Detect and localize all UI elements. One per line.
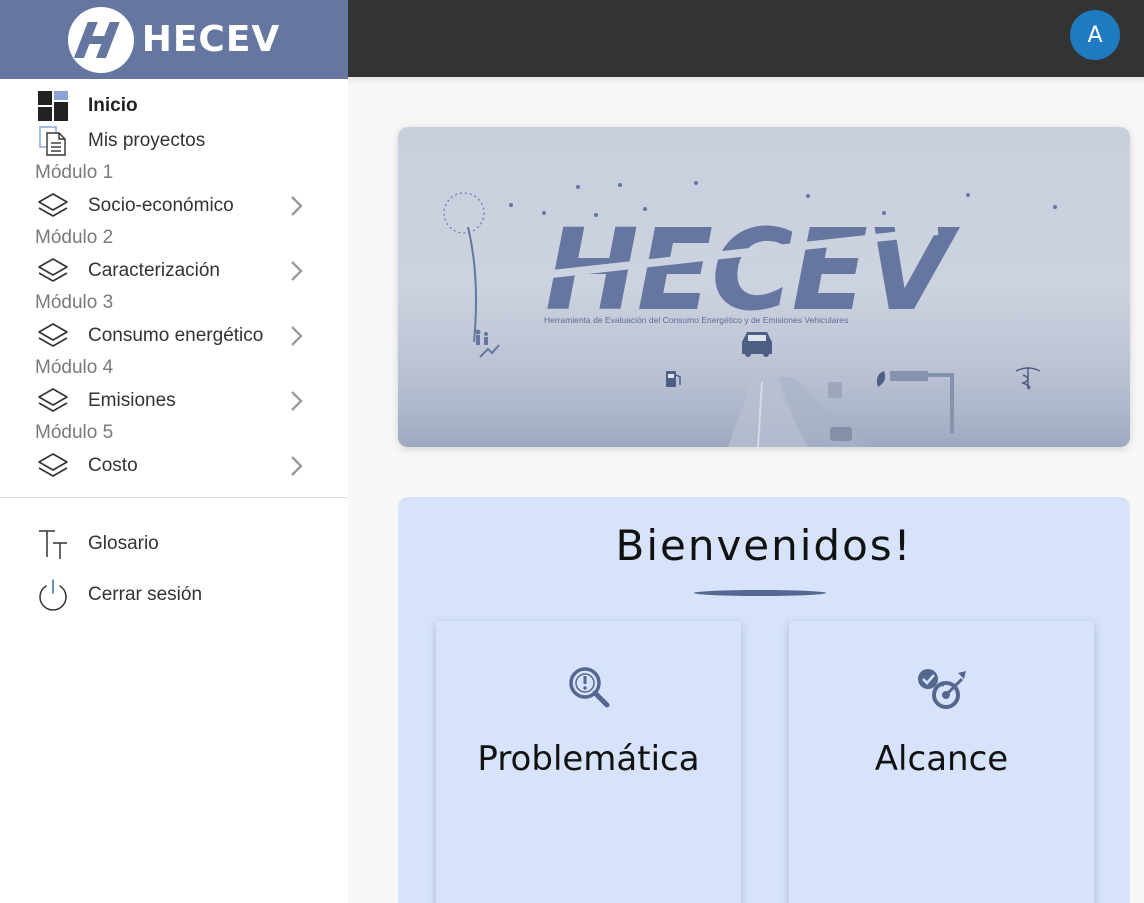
brand-header[interactable]: HECEV — [0, 0, 348, 79]
chevron-right-icon[interactable] — [287, 454, 305, 478]
sidebar: HECEV Inicio Mis proyectos Módulo 1 Soci… — [0, 0, 348, 903]
magnifier-alert-icon — [561, 663, 617, 713]
module-heading: Módulo 5 — [35, 422, 114, 443]
module-heading: Módulo 2 — [35, 227, 114, 248]
title-underline — [694, 590, 826, 596]
sidebar-item-inicio[interactable]: Inicio — [0, 88, 348, 123]
sidebar-item-label: Inicio — [88, 94, 138, 116]
module-heading: Módulo 4 — [35, 357, 114, 378]
sidebar-item-caracterizacion[interactable]: Caracterización — [0, 253, 348, 288]
dashboard-icon — [36, 89, 70, 123]
sidebar-item-emisiones[interactable]: Emisiones — [0, 383, 348, 418]
sidebar-item-label: Caracterización — [88, 259, 220, 281]
brand-name: HECEV — [141, 19, 281, 60]
chevron-right-icon[interactable] — [287, 324, 305, 348]
power-icon — [36, 578, 70, 612]
welcome-section: Bienvenidos! Problemática Alcance — [398, 497, 1130, 903]
sidebar-bottom-nav: Glosario Cerrar sesión — [0, 520, 348, 622]
sidebar-item-label: Cerrar sesión — [88, 584, 203, 605]
card-problematica[interactable]: Problemática — [436, 621, 741, 903]
sidebar-item-label: Glosario — [88, 533, 159, 554]
document-icon — [36, 124, 70, 158]
layers-icon — [36, 319, 70, 353]
top-bar: A — [348, 0, 1144, 77]
sidebar-item-label: Socio-económico — [88, 194, 234, 216]
banner-subtitle: Herramienta de Evaluación del Consumo En… — [544, 315, 849, 325]
sidebar-item-socio-economico[interactable]: Socio-económico — [0, 188, 348, 223]
user-avatar[interactable]: A — [1070, 10, 1120, 60]
sidebar-item-consumo-energetico[interactable]: Consumo energético — [0, 318, 348, 353]
sidebar-item-label: Mis proyectos — [88, 129, 206, 151]
sidebar-item-glosario[interactable]: Glosario — [0, 520, 348, 568]
layers-icon — [36, 189, 70, 223]
sidebar-item-costo[interactable]: Costo — [0, 448, 348, 483]
module-heading: Módulo 1 — [35, 162, 114, 183]
chevron-right-icon[interactable] — [287, 259, 305, 283]
sidebar-item-label: Emisiones — [88, 389, 176, 411]
sidebar-item-label: Consumo energético — [88, 324, 264, 346]
target-check-icon — [914, 663, 970, 713]
brand-logo-icon — [67, 6, 134, 73]
chevron-right-icon[interactable] — [287, 194, 305, 218]
sidebar-nav: Inicio Mis proyectos Módulo 1 Socio-econ… — [0, 79, 348, 483]
sidebar-item-label: Costo — [88, 454, 138, 476]
hero-banner: HECEV Herramienta de Evaluación del Cons… — [398, 127, 1130, 447]
banner-illustration: HECEV — [398, 181, 1130, 447]
card-label: Problemática — [477, 739, 700, 779]
layers-icon — [36, 449, 70, 483]
chevron-right-icon[interactable] — [287, 389, 305, 413]
sidebar-item-cerrar-sesion[interactable]: Cerrar sesión — [0, 571, 348, 619]
card-label: Alcance — [874, 739, 1009, 779]
layers-icon — [36, 384, 70, 418]
module-heading: Módulo 3 — [35, 292, 114, 313]
sidebar-divider — [0, 497, 348, 498]
card-alcance[interactable]: Alcance — [789, 621, 1094, 903]
layers-icon — [36, 254, 70, 288]
welcome-title: Bienvenidos! — [615, 521, 913, 570]
topbar-shadow — [348, 77, 1144, 85]
sidebar-item-mis-proyectos[interactable]: Mis proyectos — [0, 123, 348, 158]
text-size-icon — [36, 527, 70, 561]
